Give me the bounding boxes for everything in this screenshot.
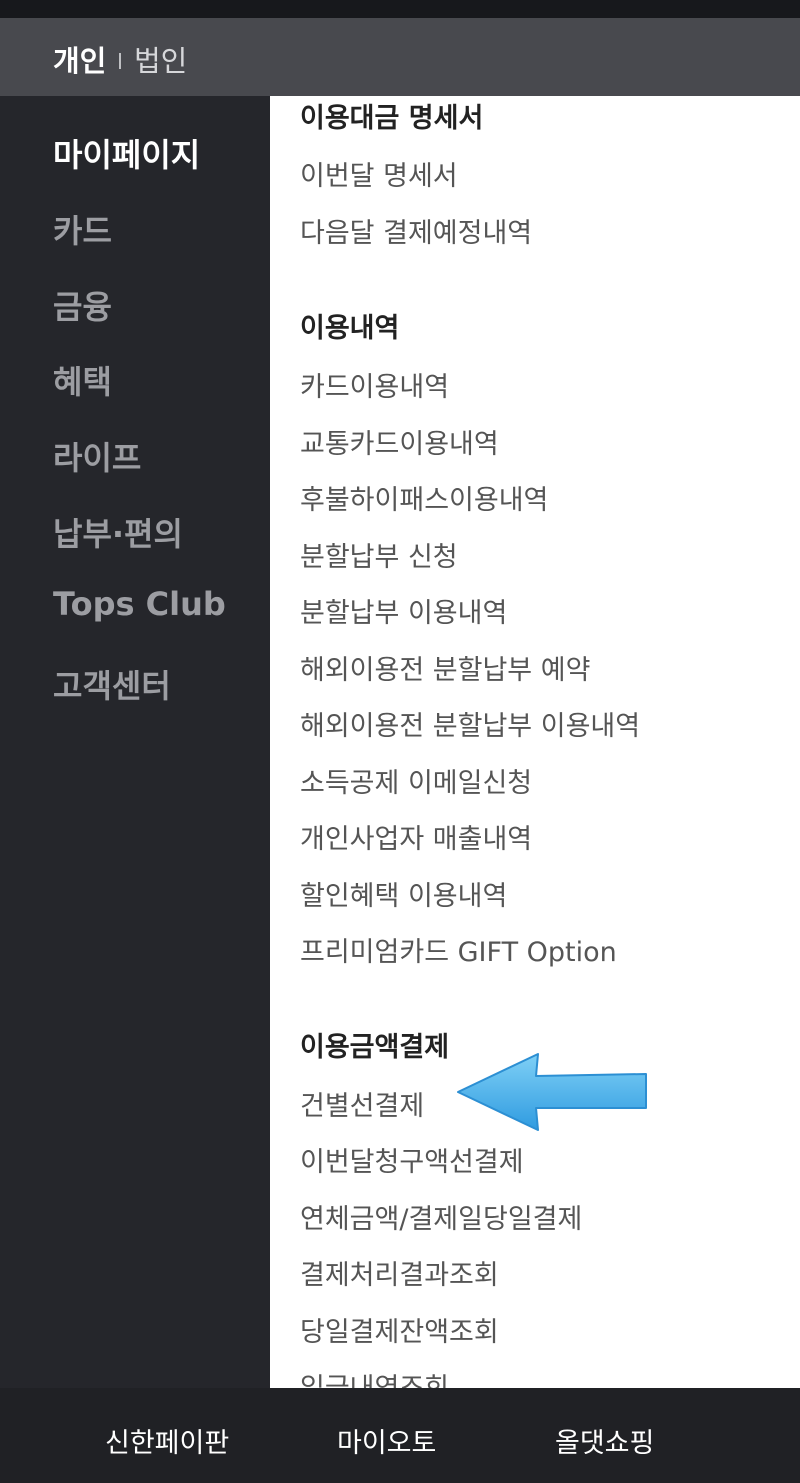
tab-divider: [119, 53, 121, 69]
sidebar-menu: [0, 96, 270, 1388]
sidebar-item-benefits[interactable]: 혜택: [53, 357, 112, 403]
menu-link[interactable]: 해외이용전 분할납부 예약: [300, 648, 590, 687]
pointer-arrow-icon: [457, 1053, 647, 1131]
menu-link[interactable]: 프리미엄카드 GIFT Option: [300, 930, 617, 969]
menu-link[interactable]: 교통카드이용내역: [300, 422, 499, 461]
section-title-usage-history: 이용내역: [300, 313, 400, 344]
section-title-payment: 이용금액결제: [300, 1032, 450, 1063]
menu-link[interactable]: 이번달청구액선결제: [300, 1140, 524, 1179]
tab-personal[interactable]: 개인: [53, 38, 106, 80]
submenu-panel: 이용대금 명세서 이번달 명세서 다음달 결제예정내역 이용내역 카드이용내역 …: [270, 96, 800, 1388]
menu-link[interactable]: 분할납부 신청: [300, 535, 458, 574]
menu-link[interactable]: 결제처리결과조회: [300, 1253, 499, 1292]
sidebar-item-customer-center[interactable]: 고객센터: [53, 661, 171, 707]
sidebar-item-life[interactable]: 라이프: [53, 433, 141, 479]
bottom-nav-my-auto[interactable]: 마이오토: [337, 1421, 436, 1460]
sidebar-item-tops-club[interactable]: Tops Club: [53, 585, 226, 623]
sidebar-item-finance[interactable]: 금융: [53, 282, 112, 328]
menu-link[interactable]: 연체금액/결제일당일결제: [300, 1197, 582, 1236]
menu-link[interactable]: 개인사업자 매출내역: [300, 817, 532, 856]
section-title-statement: 이용대금 명세서: [300, 103, 484, 134]
menu-link[interactable]: 다음달 결제예정내역: [300, 211, 532, 250]
sidebar-item-card[interactable]: 카드: [53, 206, 112, 252]
bottom-nav-allthat-shopping[interactable]: 올댓쇼핑: [555, 1421, 654, 1460]
sidebar-item-payment-convenience[interactable]: 납부·편의: [53, 509, 183, 555]
menu-link-prepay-by-item[interactable]: 건별선결제: [300, 1084, 424, 1123]
sidebar-item-mypage[interactable]: 마이페이지: [53, 130, 200, 176]
menu-link[interactable]: 후불하이패스이용내역: [300, 478, 548, 517]
status-bar: [0, 0, 800, 18]
menu-link[interactable]: 카드이용내역: [300, 365, 449, 404]
tab-corporate[interactable]: 법인: [134, 38, 187, 80]
bottom-nav-shinhan-payfan[interactable]: 신한페이판: [105, 1421, 229, 1460]
menu-link[interactable]: 할인혜택 이용내역: [300, 874, 507, 913]
menu-link[interactable]: 이번달 명세서: [300, 154, 458, 193]
menu-link[interactable]: 해외이용전 분할납부 이용내역: [300, 704, 640, 743]
menu-link[interactable]: 입금내역조회: [300, 1366, 449, 1388]
menu-link[interactable]: 당일결제잔액조회: [300, 1310, 499, 1349]
menu-link[interactable]: 분할납부 이용내역: [300, 591, 507, 630]
menu-link[interactable]: 소득공제 이메일신청: [300, 761, 532, 800]
